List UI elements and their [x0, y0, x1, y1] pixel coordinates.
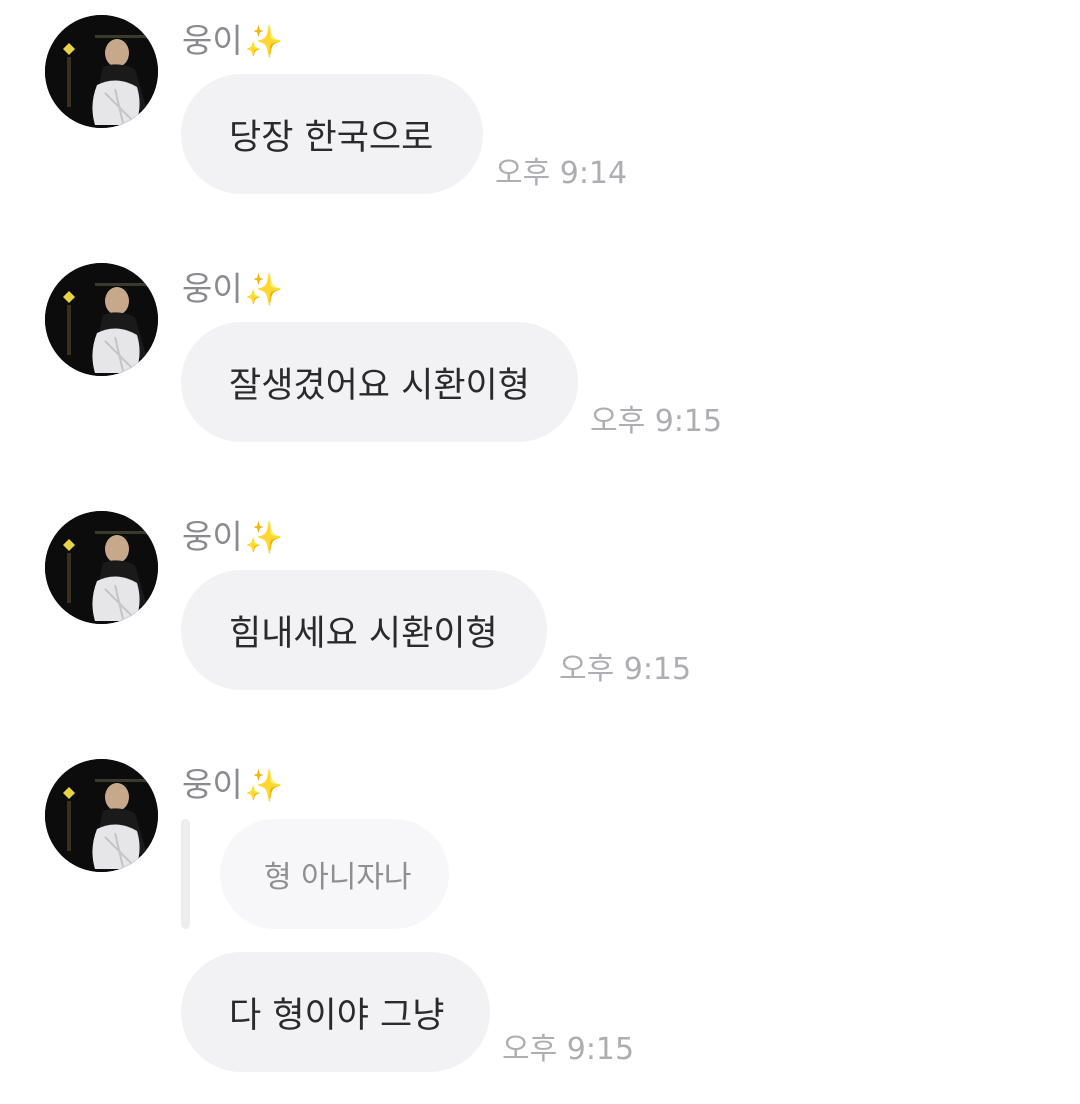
reply-indicator-bar: [181, 819, 190, 929]
message-timestamp: 오후 9:15: [559, 652, 692, 687]
sparkles-icon: ✨: [244, 520, 284, 556]
sender-name-text: 웅이: [182, 21, 243, 60]
sender-name: 웅이✨: [182, 267, 283, 312]
profile-photo-icon: [45, 511, 158, 624]
avatar[interactable]: [45, 263, 158, 376]
avatar[interactable]: [45, 511, 158, 624]
sparkles-icon: ✨: [244, 24, 284, 60]
message-bubble[interactable]: 힘내세요 시환이형: [181, 570, 547, 690]
sender-name: 웅이✨: [182, 19, 283, 64]
profile-photo-icon: [45, 759, 158, 872]
message-timestamp: 오후 9:15: [590, 404, 723, 439]
message-text: 당장 한국으로: [229, 117, 434, 158]
message-text: 다 형이야 그냥: [229, 995, 445, 1036]
message-bubble[interactable]: 당장 한국으로: [181, 74, 483, 194]
sender-name: 웅이✨: [182, 763, 283, 808]
sender-name: 웅이✨: [182, 515, 283, 560]
message-text: 잘생겼어요 시환이형: [229, 365, 530, 406]
sparkles-icon: ✨: [244, 768, 284, 804]
sender-name-text: 웅이: [182, 269, 243, 308]
message-bubble[interactable]: 잘생겼어요 시환이형: [181, 322, 578, 442]
avatar[interactable]: [45, 759, 158, 872]
message-bubble[interactable]: 다 형이야 그냥: [181, 952, 490, 1072]
quoted-reply-bubble[interactable]: 형 아니자나: [220, 819, 449, 929]
profile-photo-icon: [45, 263, 158, 376]
sender-name-text: 웅이: [182, 765, 243, 804]
message-timestamp: 오후 9:14: [495, 156, 628, 191]
profile-photo-icon: [45, 15, 158, 128]
sparkles-icon: ✨: [244, 272, 284, 308]
quoted-reply-text: 형 아니자나: [264, 860, 412, 895]
message-timestamp: 오후 9:15: [502, 1032, 635, 1067]
avatar[interactable]: [45, 15, 158, 128]
sender-name-text: 웅이: [182, 517, 243, 556]
message-text: 힘내세요 시환이형: [229, 613, 498, 654]
